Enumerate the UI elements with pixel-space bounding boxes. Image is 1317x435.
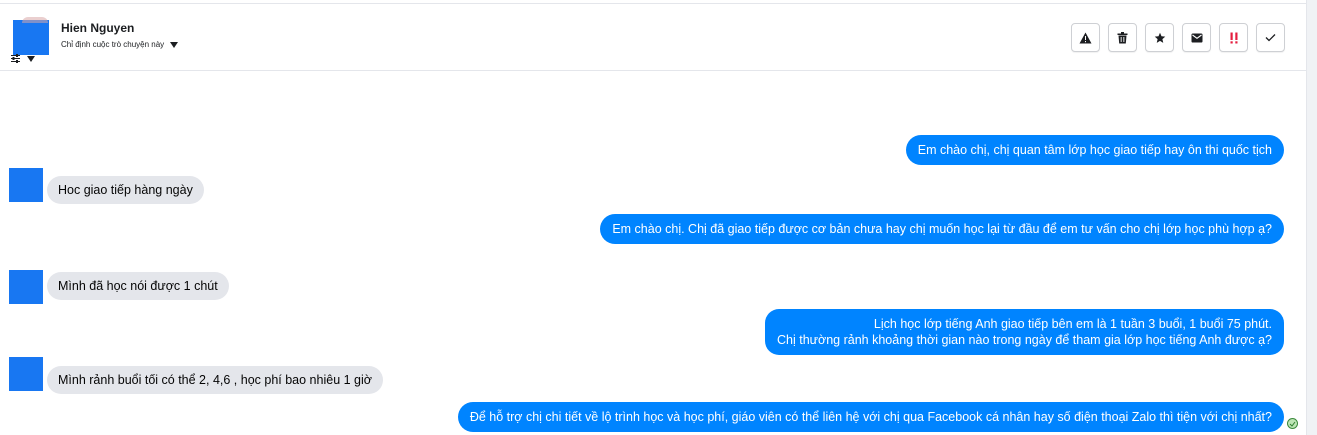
- message-thread[interactable]: Em chào chị, chị quan tâm lớp học giao t…: [0, 72, 1306, 435]
- message-line: Chị thường rảnh khoảng thời gian nào tro…: [777, 333, 1272, 347]
- checkmark-icon: [1265, 34, 1276, 42]
- warning-triangle-icon: [1079, 32, 1092, 43]
- message-incoming[interactable]: Mình đã học nói được 1 chút: [47, 272, 229, 300]
- delete-button[interactable]: [1108, 23, 1137, 52]
- right-scroll-rail[interactable]: [1306, 0, 1317, 435]
- star-icon: [1154, 32, 1165, 43]
- trash-icon: [1117, 31, 1128, 43]
- mark-unread-button[interactable]: [1182, 23, 1211, 52]
- customer-avatar[interactable]: [9, 270, 43, 304]
- assign-conversation-dropdown[interactable]: Chỉ định cuộc trò chuyện này: [61, 40, 179, 49]
- message-outgoing[interactable]: Để hỗ trợ chị chi tiết về lộ trình học v…: [457, 402, 1284, 432]
- envelope-icon: [1191, 33, 1202, 42]
- chevron-down-icon: [27, 55, 35, 62]
- double-exclamation-icon: [1230, 32, 1237, 43]
- contact-name[interactable]: Hien Nguyen: [61, 21, 134, 35]
- message-line: Lịch học lớp tiếng Anh giao tiếp bên em …: [873, 317, 1272, 331]
- customer-avatar[interactable]: [9, 357, 43, 391]
- message-outgoing[interactable]: Em chào chị, chị quan tâm lớp học giao t…: [905, 135, 1284, 165]
- avatar-ring: [22, 17, 48, 23]
- customer-avatar[interactable]: [9, 168, 43, 202]
- message-outgoing[interactable]: Lịch học lớp tiếng Anh giao tiếp bên em …: [765, 309, 1284, 355]
- message-outgoing[interactable]: Em chào chị. Chị đã giao tiếp được cơ bả…: [600, 214, 1284, 244]
- filter-menu-button[interactable]: [10, 53, 35, 64]
- contact-avatar[interactable]: [13, 17, 49, 55]
- assign-conversation-label: Chỉ định cuộc trò chuyện này: [61, 40, 165, 49]
- mark-done-button[interactable]: [1256, 23, 1285, 52]
- seen-indicator-icon: [1287, 418, 1298, 429]
- message-incoming[interactable]: Mình rảnh buổi tối có thể 2, 4,6 , học p…: [47, 366, 383, 394]
- sliders-icon: [11, 54, 20, 63]
- report-spam-button[interactable]: [1071, 23, 1100, 52]
- mark-important-button[interactable]: [1219, 23, 1248, 52]
- conversation-header: Hien Nguyen Chỉ định cuộc trò chuyện này: [0, 4, 1306, 71]
- chevron-down-icon: [170, 41, 179, 48]
- message-incoming[interactable]: Hoc giao tiếp hàng ngày: [47, 176, 204, 204]
- conversation-actions: [1071, 23, 1285, 52]
- star-button[interactable]: [1145, 23, 1174, 52]
